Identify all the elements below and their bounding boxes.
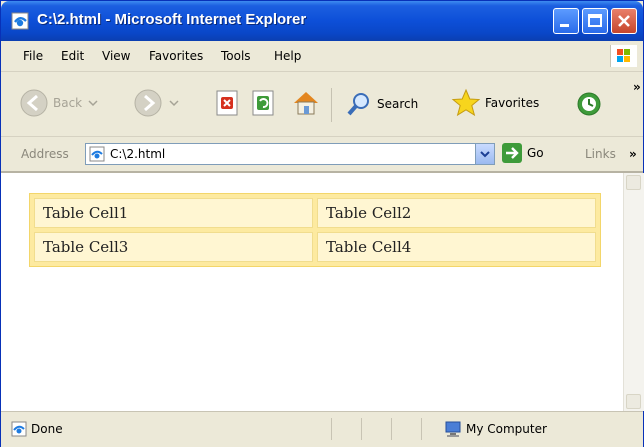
menu-favorites[interactable]: Favorites: [149, 49, 203, 63]
address-value: C:\2.html: [110, 147, 166, 161]
address-input[interactable]: C:\2.html: [85, 143, 495, 165]
security-zone: My Computer: [444, 421, 547, 437]
links-more-chevron[interactable]: »: [629, 147, 637, 161]
favorites-button[interactable]: Favorites: [451, 88, 539, 118]
chevron-down-icon: [88, 100, 98, 107]
home-icon: [294, 92, 318, 115]
go-label: Go: [527, 146, 544, 160]
maximize-icon: [588, 14, 602, 27]
menu-help[interactable]: Help: [274, 49, 301, 63]
ie-page-icon: [11, 421, 27, 437]
star-icon: [451, 88, 481, 117]
toolbar-more-chevron[interactable]: »: [633, 80, 641, 94]
scroll-down-arrow-icon[interactable]: [626, 394, 641, 409]
address-label: Address: [21, 147, 69, 161]
stop-icon: [216, 90, 238, 116]
search-icon: [347, 93, 369, 116]
ie-page-icon: [11, 12, 29, 30]
status-divider: [391, 418, 392, 440]
my-computer-icon: [445, 421, 461, 437]
minimize-icon: [560, 24, 569, 27]
forward-arrow-icon: [134, 89, 162, 117]
status-bar: Done My Computer: [1, 411, 643, 447]
table-row: Table Cell3 Table Cell4: [34, 232, 596, 262]
vertical-scrollbar[interactable]: [623, 173, 644, 411]
menu-file[interactable]: File: [23, 49, 43, 63]
title-bar[interactable]: C:\2.html - Microsoft Internet Explorer: [1, 1, 643, 41]
maximize-button[interactable]: [582, 8, 608, 34]
status-done: Done: [11, 421, 63, 437]
windows-flag-icon: [617, 49, 630, 62]
close-button[interactable]: [611, 8, 637, 34]
forward-button[interactable]: [133, 88, 179, 118]
table-cell: Table Cell2: [317, 198, 596, 228]
table-cell: Table Cell3: [34, 232, 313, 262]
content-table: Table Cell1 Table Cell2 Table Cell3 Tabl…: [29, 193, 601, 267]
back-label: Back: [53, 96, 83, 110]
refresh-button[interactable]: [251, 90, 277, 116]
table-cell: Table Cell1: [34, 198, 313, 228]
history-icon: [577, 92, 601, 116]
favorites-label: Favorites: [485, 96, 540, 110]
menu-view[interactable]: View: [102, 49, 130, 63]
back-arrow-icon: [20, 89, 48, 117]
scroll-up-arrow-icon[interactable]: [626, 175, 641, 190]
window-title: C:\2.html - Microsoft Internet Explorer: [37, 11, 307, 28]
close-icon: [618, 15, 630, 27]
address-dropdown-button[interactable]: [475, 144, 494, 164]
page-content: Table Cell1 Table Cell2 Table Cell3 Tabl…: [1, 173, 623, 411]
search-button[interactable]: Search: [345, 90, 418, 118]
history-button[interactable]: [575, 90, 603, 118]
windows-logo: [610, 45, 637, 67]
ie-page-icon: [89, 146, 105, 162]
search-label: Search: [377, 97, 419, 111]
go-arrow-icon: [502, 143, 522, 163]
home-button[interactable]: [291, 88, 321, 118]
refresh-icon: [252, 90, 274, 116]
links-label[interactable]: Links: [585, 147, 616, 161]
chevron-down-icon: [480, 151, 490, 158]
menu-tools[interactable]: Tools: [221, 49, 251, 63]
menu-bar: File Edit View Favorites Tools Help: [1, 41, 643, 72]
stop-button[interactable]: [215, 90, 241, 116]
address-bar: Address C:\2.html Go Links »: [1, 137, 643, 173]
back-button[interactable]: Back: [19, 88, 98, 118]
chevron-down-icon: [169, 100, 179, 107]
minimize-button[interactable]: [553, 8, 579, 34]
menu-edit[interactable]: Edit: [61, 49, 84, 63]
standard-toolbar: Back Search Favorites »: [1, 72, 643, 137]
status-divider: [361, 418, 362, 440]
status-text: Done: [31, 422, 63, 436]
zone-text: My Computer: [466, 422, 547, 436]
table-row: Table Cell1 Table Cell2: [34, 198, 596, 228]
status-divider: [421, 418, 422, 440]
status-divider: [331, 418, 332, 440]
toolbar-separator: [331, 88, 332, 122]
table-cell: Table Cell4: [317, 232, 596, 262]
ie-window: C:\2.html - Microsoft Internet Explorer …: [0, 0, 644, 447]
go-button[interactable]: Go: [501, 142, 544, 164]
